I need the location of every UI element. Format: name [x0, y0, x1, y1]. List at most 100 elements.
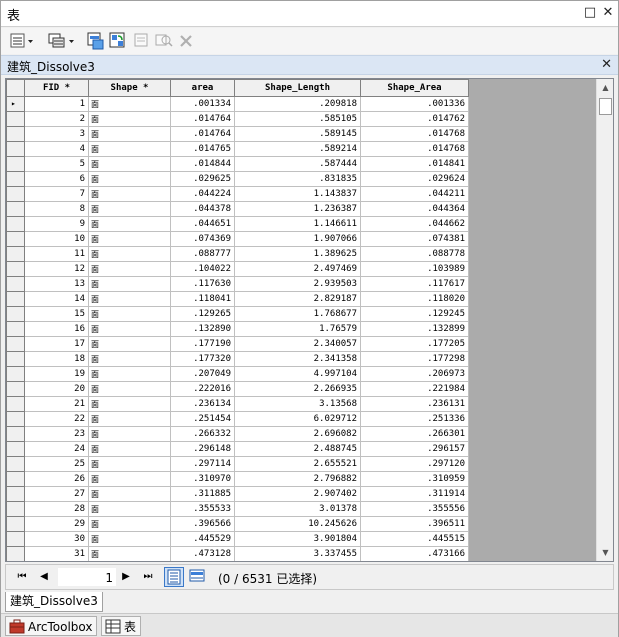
table-row[interactable]: 18 面 .177320 2.341358.177298	[6, 351, 469, 367]
cell-shape[interactable]: 面	[88, 291, 171, 307]
row-selector[interactable]	[6, 486, 25, 502]
current-record-input[interactable]: 1	[58, 568, 116, 586]
table-row[interactable]: 14 面 .118041 2.829187.118020	[6, 291, 469, 307]
cell-area[interactable]: .044651	[170, 216, 235, 232]
zoom-to-selected-icon[interactable]	[155, 32, 173, 50]
cell-shape-area[interactable]: .014768	[360, 126, 469, 142]
cell-shape[interactable]: 面	[88, 306, 171, 322]
cell-shape-area[interactable]: .074381	[360, 231, 469, 247]
cell-shape-area[interactable]: .029624	[360, 171, 469, 187]
cell-fid[interactable]: 2	[24, 111, 89, 127]
cell-area[interactable]: .310970	[170, 471, 235, 487]
first-record-icon[interactable]: ⏮	[14, 569, 30, 585]
cell-shape-length[interactable]: 1.389625	[234, 246, 361, 262]
table-row[interactable]: 17 面 .177190 2.340057.177205	[6, 336, 469, 352]
cell-shape-area[interactable]: .236131	[360, 396, 469, 412]
cell-shape-length[interactable]: 2.939503	[234, 276, 361, 292]
cell-shape[interactable]: 面	[88, 351, 171, 367]
cell-shape-area[interactable]: .177205	[360, 336, 469, 352]
cell-area[interactable]: .117630	[170, 276, 235, 292]
table-row[interactable]: 13 面 .117630 2.939503.117617	[6, 276, 469, 292]
cell-fid[interactable]: 24	[24, 441, 89, 457]
cell-shape-length[interactable]: .589145	[234, 126, 361, 142]
table-row[interactable]: 3 面 .014764.589145.014768	[6, 126, 469, 142]
cell-shape[interactable]: 面	[88, 216, 171, 232]
cell-shape-length[interactable]: 2.655521	[234, 456, 361, 472]
cell-area[interactable]: .001334	[170, 96, 235, 112]
cell-area[interactable]: .297114	[170, 456, 235, 472]
cell-shape-length[interactable]: .209818	[234, 96, 361, 112]
cell-area[interactable]: .044378	[170, 201, 235, 217]
cell-fid[interactable]: 30	[24, 531, 89, 547]
cell-fid[interactable]: 9	[24, 216, 89, 232]
cell-fid[interactable]: 28	[24, 501, 89, 517]
cell-shape-length[interactable]: 1.76579	[234, 321, 361, 337]
table-row[interactable]: 6 面 .029625.831835.029624	[6, 171, 469, 187]
table-row[interactable]: 29 面 .396566 10.245626.396511	[6, 516, 469, 532]
cell-area[interactable]: .104022	[170, 261, 235, 277]
cell-shape-area[interactable]: .044662	[360, 216, 469, 232]
cell-fid[interactable]: 29	[24, 516, 89, 532]
cell-area[interactable]: .029625	[170, 171, 235, 187]
cell-shape-area[interactable]: .044364	[360, 201, 469, 217]
row-selector[interactable]	[6, 141, 25, 157]
row-selector[interactable]	[6, 516, 25, 532]
column-header-fid[interactable]: FID *	[24, 79, 89, 97]
cell-area[interactable]: .014764	[170, 126, 235, 142]
row-selector[interactable]	[6, 156, 25, 172]
arctoolbox-tab[interactable]: ArcToolbox	[5, 616, 98, 636]
cell-shape-length[interactable]: 3.901804	[234, 531, 361, 547]
cell-area[interactable]: .044224	[170, 186, 235, 202]
row-selector[interactable]	[6, 321, 25, 337]
table-row[interactable]: 15 面 .129265 1.768677.129245	[6, 306, 469, 322]
row-selector[interactable]	[6, 111, 25, 127]
cell-area[interactable]: .177190	[170, 336, 235, 352]
row-selector[interactable]	[6, 546, 25, 561]
cell-fid[interactable]: 1	[24, 96, 89, 112]
row-selector[interactable]	[6, 531, 25, 547]
scroll-up-arrow-icon[interactable]: ▲	[597, 79, 613, 96]
cell-fid[interactable]: 11	[24, 246, 89, 262]
row-selector[interactable]	[6, 276, 25, 292]
cell-shape-length[interactable]: 2.340057	[234, 336, 361, 352]
cell-shape-area[interactable]: .014841	[360, 156, 469, 172]
table-row[interactable]: 22 面 .251454 6.029712.251336	[6, 411, 469, 427]
cell-fid[interactable]: 5	[24, 156, 89, 172]
cell-shape[interactable]: 面	[88, 471, 171, 487]
cell-shape-length[interactable]: 3.337455	[234, 546, 361, 561]
row-selector[interactable]	[6, 351, 25, 367]
cell-shape[interactable]: 面	[88, 261, 171, 277]
cell-shape[interactable]: 面	[88, 486, 171, 502]
cell-fid[interactable]: 26	[24, 471, 89, 487]
cell-area[interactable]: .251454	[170, 411, 235, 427]
cell-area[interactable]: .311885	[170, 486, 235, 502]
cell-shape[interactable]: 面	[88, 501, 171, 517]
cell-fid[interactable]: 10	[24, 231, 89, 247]
table-row[interactable]: 24 面 .296148 2.488745.296157	[6, 441, 469, 457]
table-row[interactable]: 4 面 .014765.589214.014768	[6, 141, 469, 157]
cell-shape-length[interactable]: 1.768677	[234, 306, 361, 322]
cell-shape[interactable]: 面	[88, 156, 171, 172]
table-row[interactable]: 7 面 .044224 1.143837.044211	[6, 186, 469, 202]
cell-shape-length[interactable]: 2.829187	[234, 291, 361, 307]
row-selector[interactable]	[6, 381, 25, 397]
cell-shape-length[interactable]: 1.907066	[234, 231, 361, 247]
table-row[interactable]: 9 面 .044651 1.146611.044662	[6, 216, 469, 232]
related-tables-icon[interactable]	[47, 32, 74, 50]
cell-area[interactable]: .445529	[170, 531, 235, 547]
scroll-down-arrow-icon[interactable]: ▼	[597, 544, 613, 561]
table-dock-tab[interactable]: 表	[101, 616, 142, 636]
cell-shape[interactable]: 面	[88, 276, 171, 292]
row-selector[interactable]	[6, 186, 25, 202]
cell-shape-length[interactable]: .831835	[234, 171, 361, 187]
cell-shape-length[interactable]: 1.143837	[234, 186, 361, 202]
row-selector[interactable]	[6, 261, 25, 277]
column-header-shape[interactable]: Shape *	[88, 79, 171, 97]
cell-shape-length[interactable]: 2.796882	[234, 471, 361, 487]
cell-area[interactable]: .118041	[170, 291, 235, 307]
cell-shape[interactable]: 面	[88, 126, 171, 142]
cell-fid[interactable]: 6	[24, 171, 89, 187]
cell-shape[interactable]: 面	[88, 201, 171, 217]
cell-fid[interactable]: 22	[24, 411, 89, 427]
cell-fid[interactable]: 25	[24, 456, 89, 472]
